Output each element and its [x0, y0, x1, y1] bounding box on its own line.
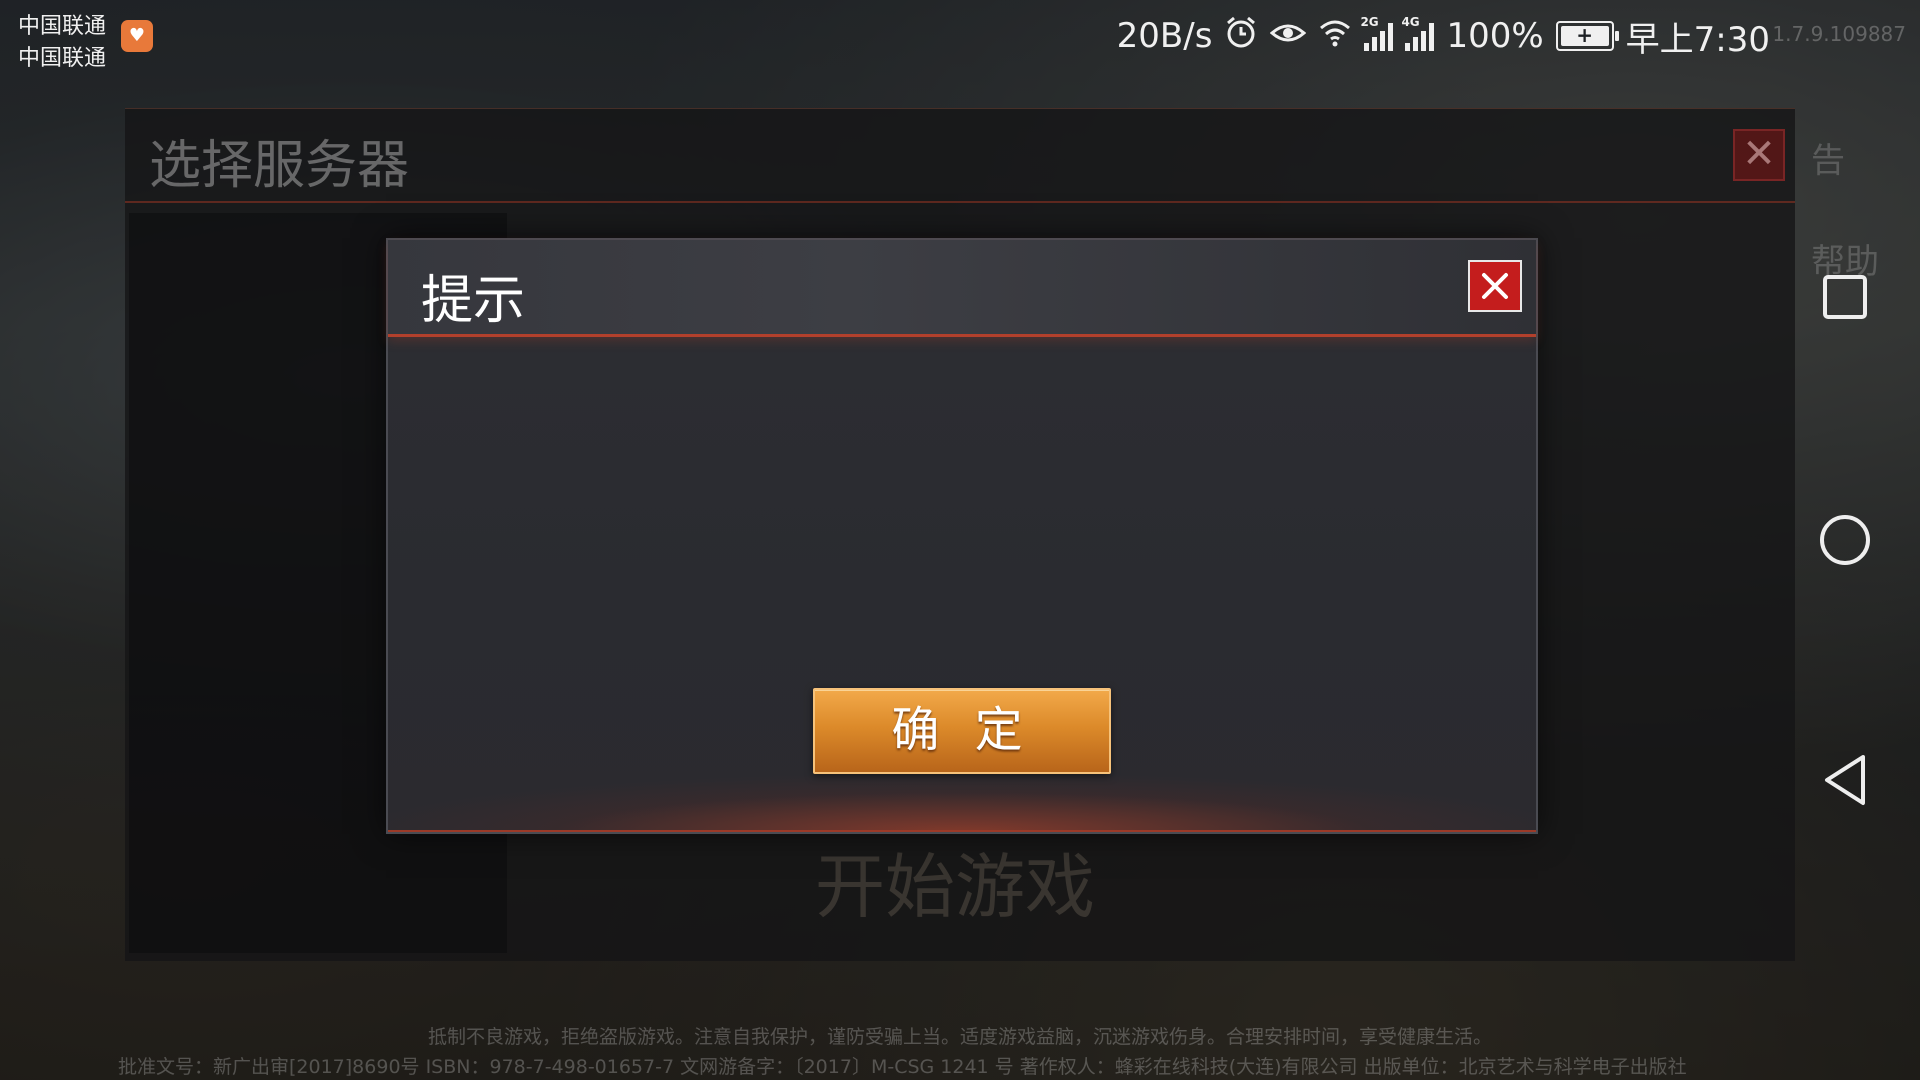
dialog-header: 提示 — [388, 240, 1536, 337]
clock: 早上7:30 — [1625, 19, 1770, 60]
battery-charging-icon: + — [1555, 21, 1619, 51]
net-speed: 20B/s — [1116, 16, 1213, 56]
confirm-button[interactable]: 确 定 — [813, 688, 1111, 774]
health-app-icon: ♥ — [121, 20, 153, 52]
server-select-header: 选择服务器 告 ✕ — [125, 109, 1845, 203]
dialog-bottom-border — [388, 830, 1536, 832]
recent-apps-button[interactable] — [1770, 242, 1920, 352]
carrier-label-1: 中国联通 — [18, 14, 107, 39]
signal-4g-icon: 4G — [1401, 15, 1435, 51]
home-button[interactable] — [1770, 485, 1920, 595]
anti-addiction-notice: 抵制不良游戏，拒绝盗版游戏。注意自我保护，谨防受骗上当。适度游戏益脑，沉迷游戏伤… — [427, 1026, 1492, 1048]
wifi-icon — [1318, 16, 1352, 56]
server-select-title: 选择服务器 — [149, 136, 410, 196]
dialog-bottom-glow — [388, 776, 1536, 832]
back-triangle-icon — [1825, 755, 1865, 805]
alarm-icon — [1224, 15, 1258, 58]
signal-2g-icon: 2G — [1360, 15, 1394, 51]
dialog-title: 提示 — [421, 271, 526, 331]
game-screen: 选择服务器 告 ✕ 帮助 开始游戏 中国联通 中国联通 ♥ 20B/s 2G 4… — [0, 0, 1920, 1080]
status-bar: 中国联通 中国联通 ♥ 20B/s 2G 4G 100% + 早上7:30 1.… — [0, 0, 1920, 72]
dialog-close-button[interactable] — [1468, 260, 1522, 312]
back-button[interactable] — [1770, 725, 1920, 835]
license-info: 批准文号：新广出审[2017]8690号 ISBN：978-7-498-0165… — [118, 1056, 1687, 1078]
status-icons: 20B/s 2G 4G 100% + 早上7:30 — [1116, 14, 1770, 60]
carrier-label-2: 中国联通 — [18, 46, 107, 71]
eye-comfort-icon — [1270, 16, 1307, 56]
system-nav-bar — [1770, 72, 1920, 1080]
square-icon — [1823, 275, 1867, 319]
close-icon — [1482, 273, 1508, 299]
battery-percent: 100% — [1446, 16, 1544, 56]
start-game-button: 开始游戏 — [815, 846, 1095, 928]
version-label: 1.7.9.109887 — [1772, 22, 1906, 46]
prompt-dialog: 提示 确 定 — [386, 238, 1538, 834]
circle-icon — [1820, 515, 1870, 565]
